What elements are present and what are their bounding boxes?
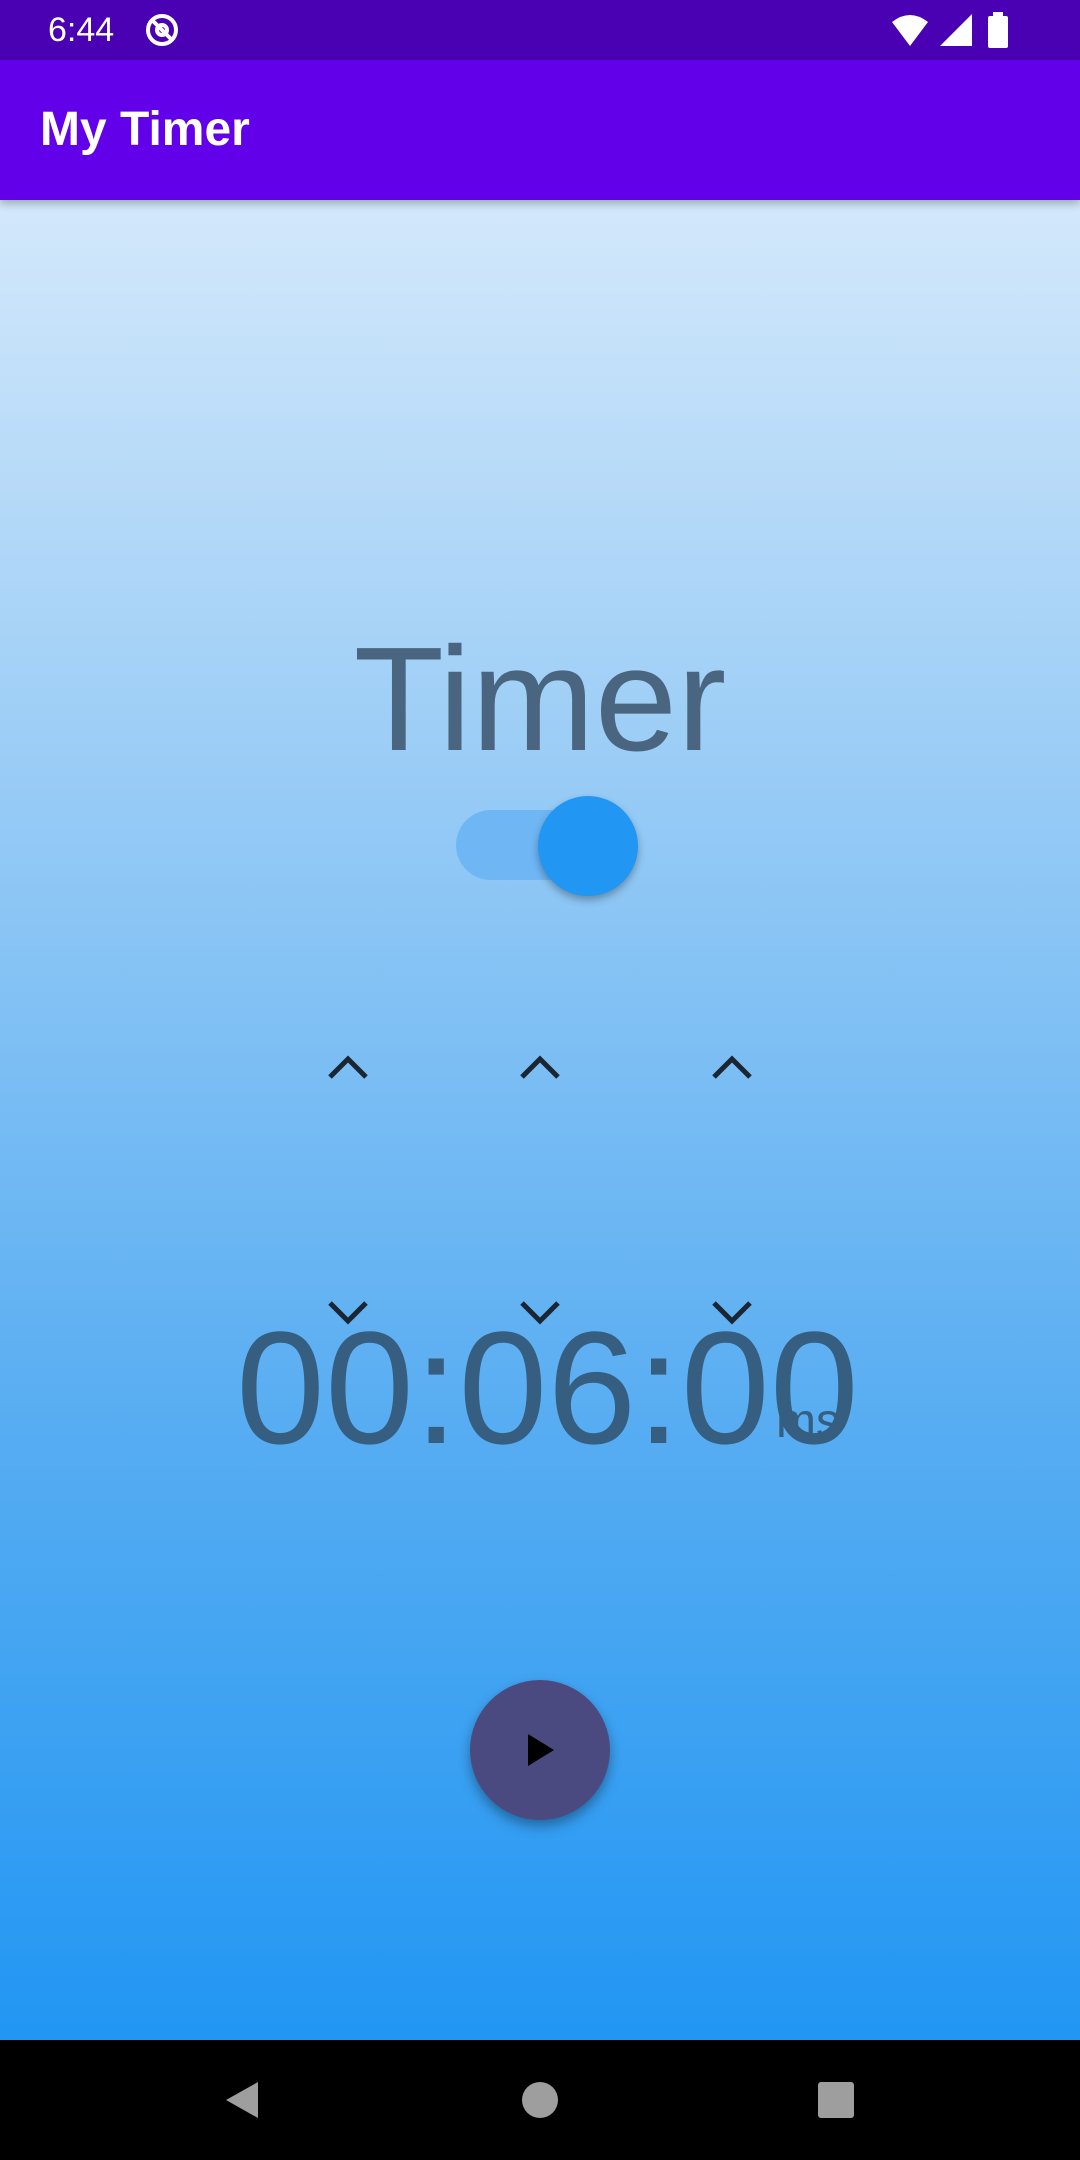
play-icon	[528, 1734, 554, 1766]
hours-decrement-button[interactable]	[324, 1298, 372, 1328]
play-button[interactable]	[470, 1680, 610, 1820]
navigation-bar	[0, 2040, 1080, 2160]
home-button[interactable]	[520, 2080, 560, 2120]
seconds-decrement-button[interactable]	[708, 1298, 756, 1328]
app-title: My Timer	[40, 103, 250, 156]
home-icon	[522, 2082, 558, 2118]
chevron-up-icon	[712, 1055, 752, 1079]
status-bar: 6:44	[0, 0, 1080, 60]
chevron-down-icon	[712, 1301, 752, 1325]
timer-mode-toggle[interactable]	[456, 792, 640, 896]
recents-button[interactable]	[816, 2080, 856, 2120]
status-icons	[890, 12, 1040, 48]
at-sign-icon	[144, 12, 180, 48]
time-unit: ms	[776, 1395, 840, 1448]
toggle-thumb	[538, 796, 638, 896]
minutes-decrement-button[interactable]	[516, 1298, 564, 1328]
recents-icon	[818, 2082, 854, 2118]
page-title: Timer	[353, 617, 727, 782]
chevron-up-icon	[520, 1055, 560, 1079]
wifi-icon	[892, 15, 928, 46]
hours-increment-button[interactable]	[324, 1052, 372, 1082]
status-time: 6:44	[48, 11, 115, 49]
chevron-down-icon	[520, 1301, 560, 1325]
signal-icon	[940, 14, 972, 46]
minutes-increment-button[interactable]	[516, 1052, 564, 1082]
chevron-up-icon	[328, 1055, 368, 1079]
seconds-increment-button[interactable]	[708, 1052, 756, 1082]
app-bar: My Timer	[0, 60, 1080, 200]
battery-icon	[988, 12, 1008, 48]
main-content: Timer 00:06:00 ms	[0, 200, 1080, 2040]
back-icon	[226, 2082, 258, 2118]
chevron-down-icon	[328, 1301, 368, 1325]
back-button[interactable]	[222, 2080, 262, 2120]
